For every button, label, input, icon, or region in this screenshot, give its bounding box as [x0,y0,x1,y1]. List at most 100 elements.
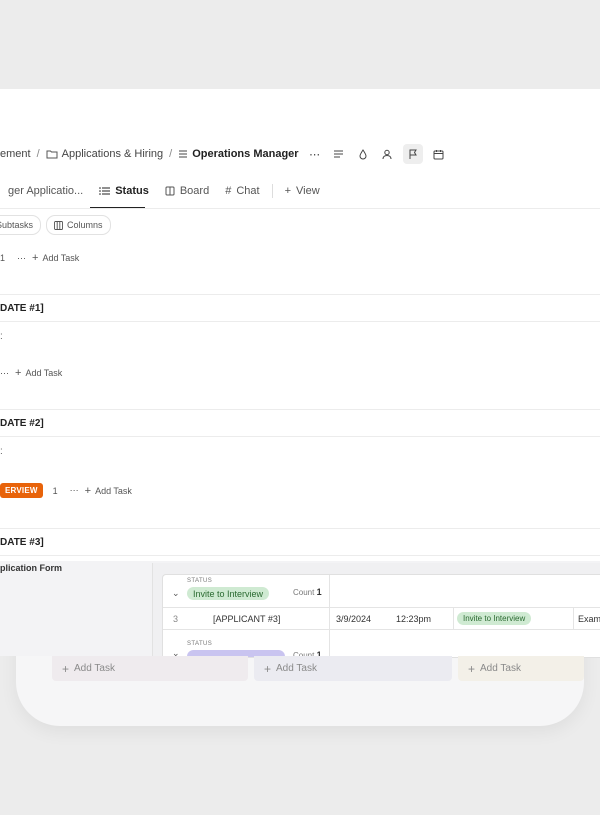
tab-label: ger Applicatio... [8,185,84,197]
plus-icon: + [468,661,476,676]
status-table: ⌄ STATUS Invite to Interview Count 1 3 [… [162,574,600,658]
add-task-button[interactable]: + Add Task [52,656,248,681]
row-index: 3 [173,614,179,624]
board-icon [165,186,175,196]
row-divider [163,629,600,630]
add-task-label: Add Task [480,663,521,674]
tab-status[interactable]: Status [91,182,157,200]
breadcrumb-label: Operations Manager [192,148,299,160]
divider [0,294,600,295]
column-divider [453,607,454,629]
chip-label: Columns [67,220,103,230]
breadcrumb-separator: / [36,148,40,160]
add-task-label: Add Task [276,663,317,674]
divider [0,409,600,410]
truncated-text: : [0,331,3,342]
task-count: 1 [52,485,58,496]
group-footer: ⋯ + Add Task [0,367,62,379]
application-form-label: plication Form [0,563,63,573]
status-pill[interactable]: Invite to Interview [187,587,270,600]
header-tools: ⋯ [307,144,447,164]
task-count: 1 [0,253,6,263]
tab-list-view[interactable]: ger Applicatio... [0,182,91,200]
time-cell[interactable]: 12:23pm [396,614,431,624]
divider [0,555,600,556]
chevron-down-icon[interactable]: ⌄ [172,588,180,599]
row-divider [163,607,600,608]
divider [0,528,600,529]
count-label: Count [293,588,315,597]
truncated-text: : [0,446,3,457]
list-icon [179,150,188,158]
subtasks-chip[interactable]: Subtasks [0,215,42,235]
tab-divider [271,184,273,198]
hash-icon: # [225,185,232,197]
add-task-button[interactable]: + Add Task [32,252,79,264]
more-icon[interactable]: ⋯ [307,146,323,162]
plus-icon: + [62,661,70,676]
column-divider [329,629,330,657]
columns-chip[interactable]: Columns [46,215,111,235]
plus-icon: + [264,661,272,676]
description-icon[interactable] [331,146,347,162]
more-icon[interactable]: ⋯ [0,368,9,379]
tab-board[interactable]: Board [157,182,217,200]
group-count: Count 1 [293,587,322,597]
divider [0,321,600,322]
column-divider [329,575,330,607]
truncated-cell[interactable]: Exam [578,614,600,624]
tab-label: Board [179,185,210,197]
user-icon[interactable] [379,146,395,162]
tab-chat[interactable]: # Chat [217,182,267,200]
list-bullets-icon [99,187,111,195]
add-task-label: Add Task [95,485,132,496]
column-divider [573,607,574,629]
add-task-button[interactable]: + Add Task [85,485,132,497]
add-task-label: Add Task [74,663,115,674]
more-icon[interactable]: ⋯ [70,485,79,496]
plus-icon: + [15,367,22,379]
column-divider [329,607,330,629]
tab-label: Chat [236,185,260,197]
chip-label: Subtasks [0,220,34,230]
applicant-name[interactable]: [APPLICANT #3] [213,614,280,624]
breadcrumb-separator: / [169,148,173,160]
folder-icon [46,150,58,159]
date-cell[interactable]: 3/9/2024 [336,614,371,624]
calendar-icon[interactable] [431,146,447,162]
group-header[interactable]: DATE #2] [0,418,44,429]
divider [0,208,600,209]
status-pill[interactable]: Invite to Interview [457,612,532,625]
add-task-label: Add Task [25,368,63,378]
count-value: 1 [316,587,322,597]
add-task-button[interactable]: + Add Task [15,367,62,379]
group-footer: 1 ⋯ + Add Task [0,252,79,264]
breadcrumb-item-folder[interactable]: Applications & Hiring [46,148,164,160]
breadcrumb-item-space[interactable]: ement [0,148,31,160]
group-header[interactable]: DATE #3] [0,537,44,548]
more-icon[interactable]: ⋯ [17,253,26,264]
tab-label: View [296,185,320,197]
breadcrumb-item-list[interactable]: Operations Manager [178,148,299,160]
view-tabs: ger Applicatio... Status Board # Chat + … [0,182,328,200]
plus-icon: + [32,252,39,264]
tab-label: Status [115,185,149,197]
plus-icon: + [84,484,92,497]
status-group-label: STATUS [187,641,213,647]
group-footer: ERVIEW 1 ⋯ + Add Task [0,483,132,498]
flag-icon[interactable] [402,144,423,164]
add-task-button[interactable]: + Add Task [254,656,452,681]
add-task-button[interactable]: + Add Task [458,656,584,681]
board-add-task-row: + Add Task + Add Task + Add Task [52,656,600,682]
breadcrumb-label: Applications & Hiring [61,148,164,160]
breadcrumb: ement / Applications & Hiring / Operatio… [0,144,447,164]
add-task-label: Add Task [42,253,80,263]
group-header[interactable]: DATE #1] [0,303,44,314]
divider [0,436,600,437]
breadcrumb-label: ement [0,148,31,160]
status-group-label: STATUS [187,578,213,584]
columns-icon [54,220,63,230]
status-badge[interactable]: ERVIEW [0,483,43,498]
tab-add-view[interactable]: + View [277,182,328,200]
color-drop-icon[interactable] [355,146,371,162]
